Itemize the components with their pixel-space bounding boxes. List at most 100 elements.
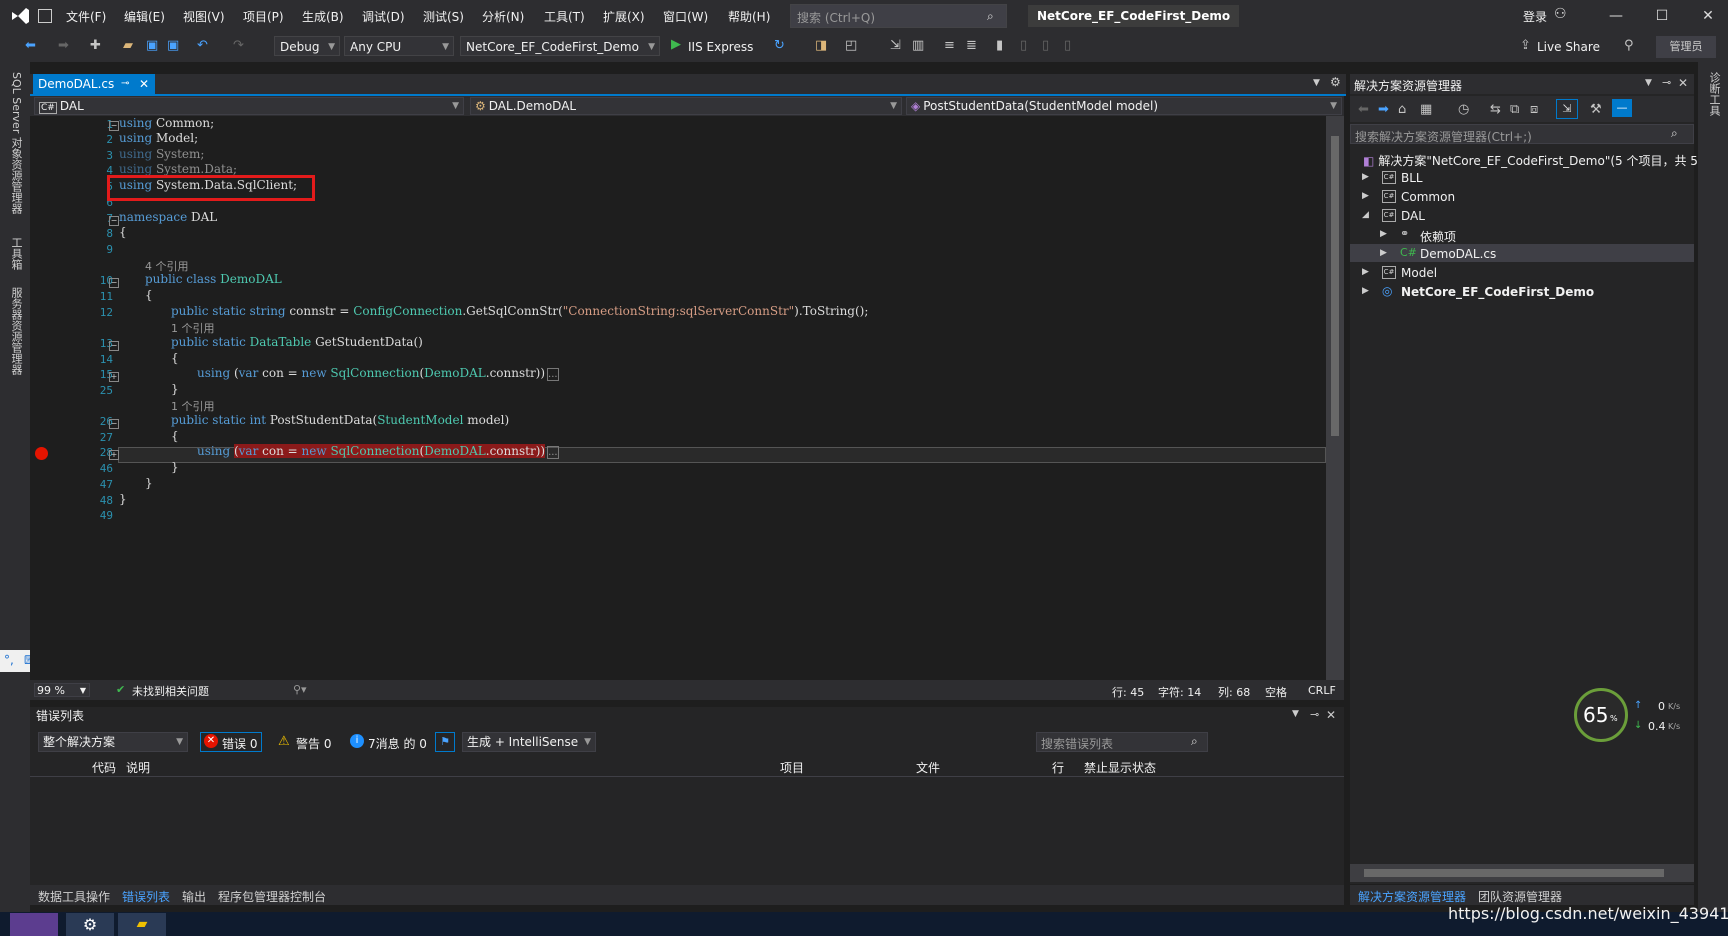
next-bookmark-icon[interactable]: ▯ xyxy=(1042,38,1049,53)
se-sync-icon[interactable]: ⇆ xyxy=(1490,102,1501,117)
tab-error-list[interactable]: 错误列表 xyxy=(122,888,170,905)
class-dropdown[interactable]: ⚙ DAL.DemoDAL ▼ xyxy=(470,97,902,115)
startup-project-select[interactable]: NetCore_EF_CodeFirst_Demo ▼ xyxy=(460,36,660,56)
menu-extensions[interactable]: 扩展(X) xyxy=(603,8,645,25)
panel-dropdown-icon[interactable]: ▼ xyxy=(1292,709,1299,719)
code-line-26[interactable]: public static int PostStudentData(Studen… xyxy=(171,413,509,427)
search-input[interactable]: 搜索 (Ctrl+Q) ⌕ xyxy=(790,4,1007,28)
tree-item-common[interactable]: Common xyxy=(1401,190,1455,204)
maximize-button[interactable]: ☐ xyxy=(1644,4,1680,28)
expand-icon[interactable]: ▶ xyxy=(1362,172,1369,182)
solution-search-input[interactable]: 搜索解决方案资源管理器(Ctrl+;) ⌕ xyxy=(1350,124,1694,144)
column-suppression[interactable]: 禁止显示状态 xyxy=(1084,759,1156,776)
brush-icon[interactable]: ⚲▾ xyxy=(293,683,307,696)
code-line-13[interactable]: public static DataTable GetStudentData() xyxy=(171,335,423,349)
pin-icon[interactable]: ⊸ xyxy=(121,74,129,94)
column-file[interactable]: 文件 xyxy=(916,759,940,776)
column-description[interactable]: 说明 xyxy=(126,759,150,776)
editor-vertical-scrollbar[interactable] xyxy=(1326,116,1344,680)
se-back-icon[interactable]: ⬅ xyxy=(1358,102,1369,117)
collapse-icon[interactable]: ◢ xyxy=(1362,210,1369,220)
bookmark-icon[interactable]: ▮ xyxy=(996,38,1003,53)
screenshot-icon[interactable]: ◰ xyxy=(845,38,857,53)
codelens-refs[interactable]: 1 个引用 xyxy=(171,398,215,414)
open-icon[interactable]: ▰ xyxy=(123,38,133,53)
comment-icon[interactable]: ≡ xyxy=(944,38,955,53)
explorer-taskbar-icon[interactable]: ▰ xyxy=(118,913,166,936)
tree-item-dependencies[interactable]: 依赖项 xyxy=(1420,228,1456,245)
code-line-2[interactable]: using Model; xyxy=(119,131,198,145)
code-line-3[interactable]: using System; xyxy=(119,147,204,161)
login-link[interactable]: 登录 xyxy=(1523,8,1547,25)
build-filter-select[interactable]: 生成 + IntelliSense ▼ xyxy=(462,732,596,752)
prev-bookmark-icon[interactable]: ▯ xyxy=(1020,38,1027,53)
expand-icon[interactable]: ▶ xyxy=(1380,229,1387,239)
tab-team-explorer[interactable]: 团队资源管理器 xyxy=(1478,888,1562,905)
issues-status[interactable]: 未找到相关问题 xyxy=(132,683,209,699)
messages-filter-button[interactable]: 7消息 的 0 xyxy=(368,735,427,752)
tab-dropdown-icon[interactable]: ▼ xyxy=(1313,78,1320,88)
tab-package-manager-console[interactable]: 程序包管理器控制台 xyxy=(218,888,326,905)
se-switch-views-icon[interactable]: ▦ xyxy=(1420,102,1432,117)
se-close-icon[interactable]: ✕ xyxy=(1678,76,1688,90)
code-line-47[interactable]: } xyxy=(145,476,153,490)
server-explorer-tab[interactable]: 服务器资源管理器 xyxy=(8,287,24,375)
undo-icon[interactable]: ↶ xyxy=(197,38,208,53)
code-line-4[interactable]: using System.Data; xyxy=(119,162,237,176)
code-line-8[interactable]: { xyxy=(119,225,127,239)
filter-icon[interactable]: ⚑ xyxy=(435,732,455,752)
menu-view[interactable]: 视图(V) xyxy=(183,8,225,25)
project-dropdown[interactable]: C# DAL ▼ xyxy=(34,97,464,115)
expand-icon[interactable]: ▶ xyxy=(1362,286,1369,296)
new-project-icon[interactable]: ✚ xyxy=(90,38,101,53)
menu-tools[interactable]: 工具(T) xyxy=(544,8,585,25)
se-forward-icon[interactable]: ➡ xyxy=(1378,102,1389,117)
code-line-27[interactable]: { xyxy=(171,429,179,443)
menu-window[interactable]: 窗口(W) xyxy=(663,8,708,25)
expand-icon[interactable]: ▶ xyxy=(1380,248,1387,258)
forward-icon[interactable]: ➡ xyxy=(58,38,69,53)
platform-select[interactable]: Any CPU ▼ xyxy=(344,36,454,56)
tree-solution[interactable]: ◧ 解决方案"NetCore_EF_CodeFirst_Demo"(5 个项目，共… xyxy=(1363,152,1698,169)
menu-test[interactable]: 测试(S) xyxy=(423,8,464,25)
code-line-25[interactable]: } xyxy=(171,382,179,396)
live-share-icon[interactable]: ⇪ xyxy=(1520,38,1531,53)
panel-close-icon[interactable]: ✕ xyxy=(1326,708,1336,722)
uncomment-icon[interactable]: ≣ xyxy=(966,38,977,53)
settings-taskbar-icon[interactable]: ⚙ xyxy=(66,913,114,936)
code-line-48[interactable]: } xyxy=(119,492,127,506)
fold-toggle[interactable]: + xyxy=(109,450,119,460)
column-code[interactable]: 代码 xyxy=(92,759,116,776)
se-preview-icon[interactable]: ⇲ xyxy=(1556,99,1578,119)
tree-item-startup-project[interactable]: NetCore_EF_CodeFirst_Demo xyxy=(1401,285,1594,299)
settings-gear-icon[interactable]: ⚙ xyxy=(1330,75,1341,89)
code-line-10[interactable]: public class DemoDAL xyxy=(145,272,282,286)
redo-icon[interactable]: ↷ xyxy=(233,38,244,53)
se-show-all-icon[interactable]: ⧈ xyxy=(1530,102,1538,117)
tab-output[interactable]: 输出 xyxy=(182,888,206,905)
code-line-7[interactable]: namespace DAL xyxy=(119,210,217,224)
menu-analyze[interactable]: 分析(N) xyxy=(482,8,524,25)
ime-punct-icon[interactable]: °, xyxy=(4,653,14,667)
menu-file[interactable]: 文件(F) xyxy=(66,8,106,25)
menu-build[interactable]: 生成(B) xyxy=(302,8,344,25)
se-horizontal-scrollbar[interactable] xyxy=(1350,864,1694,882)
code-line-14[interactable]: { xyxy=(171,351,179,365)
se-dropdown-icon[interactable]: ▼ xyxy=(1645,78,1652,88)
code-line-46[interactable]: } xyxy=(171,460,179,474)
tree-item-model[interactable]: Model xyxy=(1401,266,1437,280)
vs-taskbar-icon[interactable] xyxy=(10,913,58,936)
browser-link-icon[interactable]: ◨ xyxy=(815,38,827,53)
scope-select[interactable]: 整个解决方案 ▼ xyxy=(38,732,188,752)
close-button[interactable]: ✕ xyxy=(1690,4,1726,28)
warnings-filter-button[interactable]: 警告 0 xyxy=(296,735,331,752)
column-line[interactable]: 行 xyxy=(1052,759,1064,776)
fold-toggle[interactable]: − xyxy=(109,216,119,226)
back-icon[interactable]: ⬅ xyxy=(25,38,36,53)
menu-help[interactable]: 帮助(H) xyxy=(728,8,770,25)
codelens-refs[interactable]: 1 个引用 xyxy=(171,320,215,336)
fold-toggle[interactable]: − xyxy=(109,419,119,429)
run-button[interactable]: IIS Express xyxy=(688,40,753,54)
tree-item-demodal-cs[interactable]: DemoDAL.cs xyxy=(1420,247,1496,261)
panel-pin-icon[interactable]: ⊸ xyxy=(1310,708,1319,721)
